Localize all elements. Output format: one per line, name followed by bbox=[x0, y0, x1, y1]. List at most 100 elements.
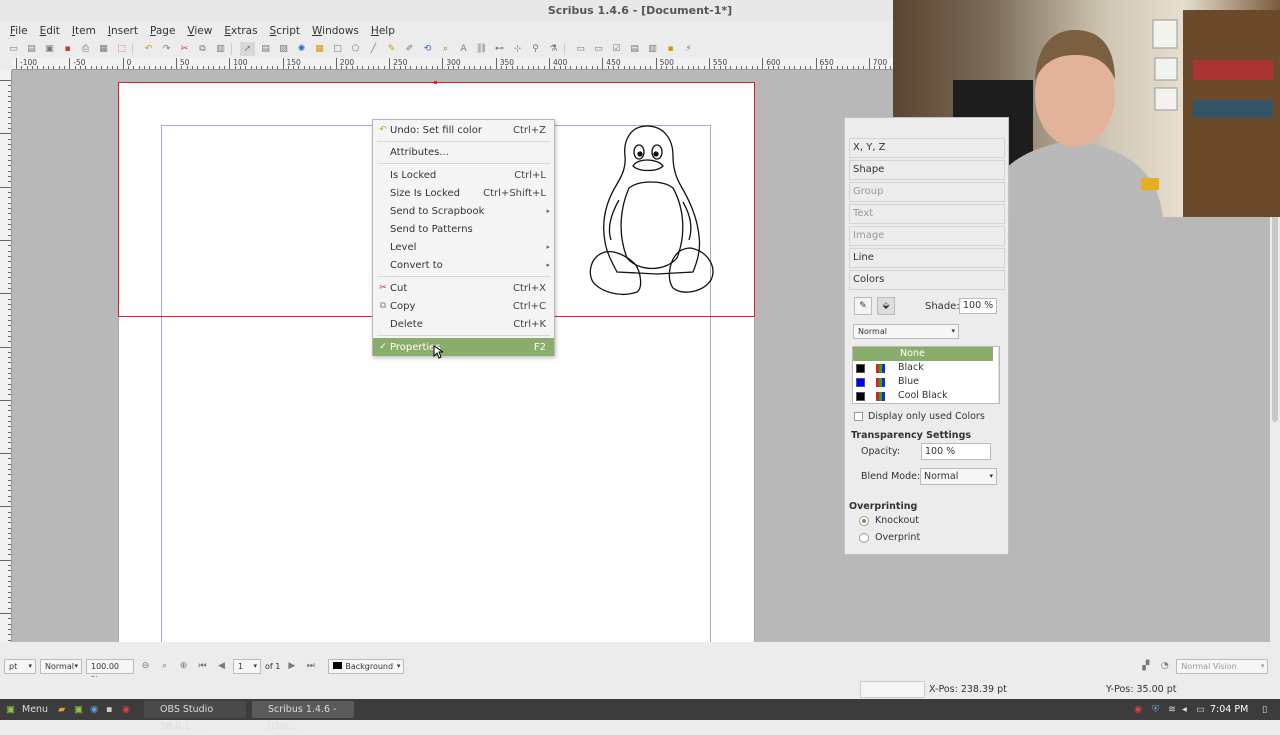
shield-icon[interactable]: ⛨ bbox=[1152, 701, 1159, 718]
close-icon[interactable]: ▪ bbox=[60, 42, 75, 56]
overprint-radio[interactable] bbox=[859, 533, 869, 543]
menu-item-convert-to[interactable]: Convert to ▸ bbox=[373, 256, 554, 274]
page-select[interactable]: 1 ▾ bbox=[233, 658, 261, 674]
menu-extras[interactable]: Extras bbox=[224, 25, 257, 37]
table-icon[interactable]: ▦ bbox=[312, 42, 327, 56]
view-mode-select[interactable]: Normal ▾ bbox=[40, 658, 82, 674]
fill-mode-select[interactable]: Normal ▾ bbox=[853, 324, 959, 339]
prev-page-icon[interactable]: ◀ bbox=[214, 659, 229, 673]
pdf-textfield-icon[interactable]: ▭ bbox=[591, 42, 606, 56]
tab-image[interactable]: Image bbox=[849, 226, 1005, 246]
mint-menu-icon[interactable]: ▣ bbox=[6, 701, 15, 718]
menu-script[interactable]: Script bbox=[270, 25, 300, 37]
start-menu-button[interactable]: Menu bbox=[22, 701, 48, 718]
tab-line[interactable]: Line bbox=[849, 248, 1005, 268]
network-icon[interactable]: ≋ bbox=[1168, 701, 1176, 718]
menu-item-copy[interactable]: ⧉ Copy Ctrl+C bbox=[373, 297, 554, 315]
unit-select[interactable]: pt ▾ bbox=[4, 658, 36, 674]
folder-icon[interactable]: ▰ bbox=[58, 701, 65, 718]
pdf-combobox-icon[interactable]: ▤ bbox=[627, 42, 642, 56]
zoom-in-icon[interactable]: ⊕ bbox=[176, 659, 191, 673]
vision-select[interactable]: Normal Vision ▾ bbox=[1176, 658, 1269, 674]
render-frame-icon[interactable]: ✺ bbox=[294, 42, 309, 56]
next-page-icon[interactable]: ▶ bbox=[284, 659, 299, 673]
tab-shape[interactable]: Shape bbox=[849, 160, 1005, 180]
color-list-item[interactable]: Blue bbox=[853, 375, 993, 389]
menu-item-undo[interactable]: ↶ Undo: Set fill color Ctrl+Z bbox=[373, 121, 554, 139]
select-tool-icon[interactable]: ➚ bbox=[240, 42, 255, 56]
horizontal-ruler[interactable]: -100 -50 0 50 100 150 200 250 300 350 400 450 500 550… bbox=[12, 58, 895, 70]
pdf-link-icon[interactable]: ⚡ bbox=[681, 42, 696, 56]
tray-icon[interactable]: ◉ bbox=[1134, 701, 1142, 718]
fill-color-button[interactable]: ⬙ bbox=[877, 297, 895, 315]
files-icon[interactable]: ▣ bbox=[74, 701, 83, 718]
menu-page[interactable]: Page bbox=[150, 25, 175, 37]
open-icon[interactable]: ▤ bbox=[24, 42, 39, 56]
first-page-icon[interactable]: ⏮ bbox=[195, 659, 210, 673]
checkbox[interactable] bbox=[854, 412, 863, 421]
tab-xyz[interactable]: X, Y, Z bbox=[849, 138, 1005, 158]
menu-help[interactable]: Help bbox=[371, 25, 395, 37]
menu-view[interactable]: View bbox=[187, 25, 212, 37]
new-document-icon[interactable]: ▭ bbox=[6, 42, 21, 56]
browser-icon[interactable]: ◉ bbox=[90, 701, 98, 718]
color-list-scrollbar[interactable] bbox=[998, 347, 999, 403]
battery-icon[interactable]: ▭ bbox=[1196, 701, 1205, 718]
layer-select[interactable]: Background ▾ bbox=[328, 658, 405, 674]
image-frame-icon[interactable]: ▨ bbox=[276, 42, 291, 56]
cut-icon[interactable]: ✂ bbox=[177, 42, 192, 56]
menu-windows[interactable]: Windows bbox=[312, 25, 359, 37]
paste-icon[interactable]: ▥ bbox=[213, 42, 228, 56]
zoom-input[interactable]: 100.00 % bbox=[86, 658, 134, 684]
copy-icon[interactable]: ⧉ bbox=[195, 42, 210, 56]
menu-edit[interactable]: Edit bbox=[40, 25, 60, 37]
pdf-annotation-icon[interactable]: ▪ bbox=[663, 42, 678, 56]
measure-icon[interactable]: ⊹ bbox=[510, 42, 525, 56]
menu-item-cut[interactable]: ✂ Cut Ctrl+X bbox=[373, 279, 554, 297]
show-desktop-icon[interactable]: ▯ bbox=[1262, 701, 1267, 718]
zoom-icon[interactable]: ⌕ bbox=[438, 42, 453, 56]
tab-group[interactable]: Group bbox=[849, 182, 1005, 202]
taskbar-app-scribus[interactable]: Scribus 1.4.6 - [Doc... bbox=[252, 701, 354, 732]
menu-item-level[interactable]: Level ▸ bbox=[373, 238, 554, 256]
line-color-button[interactable]: ✎ bbox=[854, 297, 872, 315]
tab-colors[interactable]: Colors bbox=[849, 270, 1005, 290]
menu-item-is-locked[interactable]: Is Locked Ctrl+L bbox=[373, 166, 554, 184]
pdf-checkbox-icon[interactable]: ☑ bbox=[609, 42, 624, 56]
polygon-icon[interactable]: ⬠ bbox=[348, 42, 363, 56]
eyedropper-icon[interactable]: ⚗ bbox=[546, 42, 561, 56]
vertical-ruler[interactable] bbox=[0, 70, 12, 642]
menu-item-properties[interactable]: ✓ Properties F2 bbox=[373, 338, 554, 356]
menu-item-delete[interactable]: Delete Ctrl+K bbox=[373, 315, 554, 333]
copy-properties-icon[interactable]: ⚲ bbox=[528, 42, 543, 56]
text-frame-icon[interactable]: ▤ bbox=[258, 42, 273, 56]
display-only-used-checkbox[interactable]: Display only used Colors bbox=[854, 411, 985, 422]
frame-handle[interactable] bbox=[434, 81, 437, 84]
bezier-icon[interactable]: ✎ bbox=[384, 42, 399, 56]
save-icon[interactable]: ▣ bbox=[42, 42, 57, 56]
edit-text-icon[interactable]: A bbox=[456, 42, 471, 56]
color-list[interactable]: None Black Blue Cool Black bbox=[852, 346, 1000, 404]
undo-icon[interactable]: ↶ bbox=[141, 42, 156, 56]
preview-icon[interactable]: ▞ bbox=[1138, 659, 1153, 673]
shade-input[interactable]: 100 % bbox=[959, 298, 997, 314]
shape-icon[interactable]: □ bbox=[330, 42, 345, 56]
color-list-item[interactable]: None bbox=[853, 347, 993, 361]
volume-icon[interactable]: ◂ bbox=[1182, 701, 1187, 718]
tab-text[interactable]: Text bbox=[849, 204, 1005, 224]
last-page-icon[interactable]: ⏭ bbox=[303, 659, 318, 673]
menu-item-send-to-scrapbook[interactable]: Send to Scrapbook ▸ bbox=[373, 202, 554, 220]
penguin-image[interactable] bbox=[587, 122, 717, 304]
menu-item-attributes[interactable]: Attributes... bbox=[373, 143, 554, 161]
menu-item-size-locked[interactable]: Size Is Locked Ctrl+Shift+L bbox=[373, 184, 554, 202]
color-list-item[interactable]: Black bbox=[853, 361, 993, 375]
freehand-icon[interactable]: ✐ bbox=[402, 42, 417, 56]
zoom-out-icon[interactable]: ⊖ bbox=[138, 659, 153, 673]
terminal-icon[interactable]: ▪ bbox=[106, 701, 112, 718]
zoom-100-icon[interactable]: ⌕ bbox=[157, 659, 172, 673]
taskbar-app-obs[interactable]: OBS Studio 18.0.1 ... bbox=[144, 701, 246, 732]
blend-mode-select[interactable]: Normal ▾ bbox=[920, 468, 997, 485]
visibility-icon[interactable]: ◔ bbox=[1157, 659, 1172, 673]
unlink-frames-icon[interactable]: ⊷ bbox=[492, 42, 507, 56]
link-frames-icon[interactable]: ⛓ bbox=[474, 42, 489, 56]
